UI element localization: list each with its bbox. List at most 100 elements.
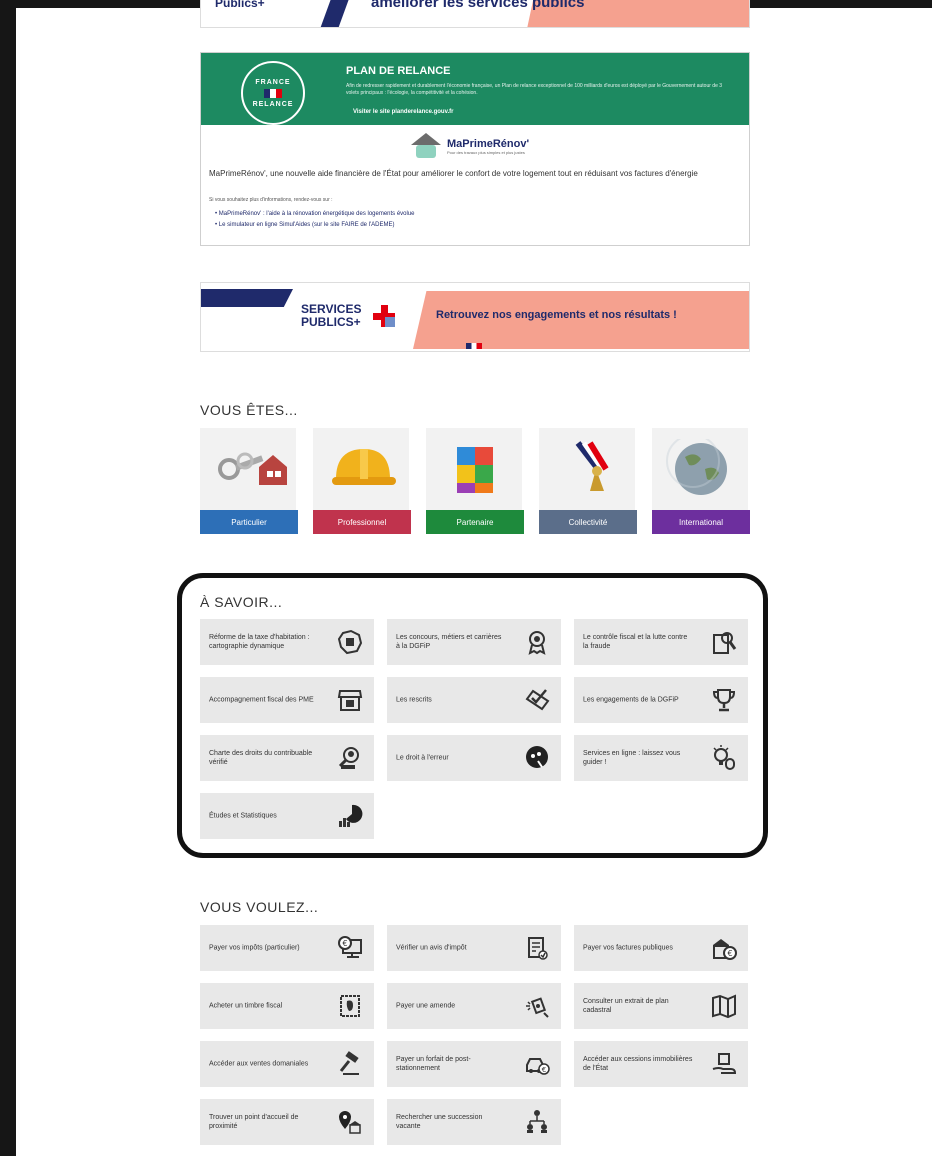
voulez-tile-succession-vacante[interactable]: Rechercher une succession vacante: [387, 1099, 561, 1145]
french-flag-icon: [466, 343, 482, 349]
vous-voulez-title: VOUS VOULEZ...: [200, 899, 319, 915]
tile-label: Services en ligne : laissez vous guider …: [583, 750, 681, 766]
services-publics-banner[interactable]: SERVICES PUBLICS+ Retrouvez nos engageme…: [200, 282, 750, 352]
tile-label: Réforme de la taxe d'habitation : cartog…: [209, 634, 310, 650]
savoir-tile-pme[interactable]: Accompagnement fiscal des PME: [200, 677, 374, 723]
services-publics-logo: SERVICES PUBLICS+: [301, 302, 362, 329]
svg-text:€: €: [727, 949, 732, 958]
voulez-tile-cessions-immobilieres[interactable]: Accéder aux cessions immobilières de l'É…: [574, 1041, 748, 1087]
map-icon: [710, 992, 738, 1020]
hard-hat-icon: [313, 428, 411, 510]
checklist-icon: [523, 686, 551, 714]
award-icon: [523, 628, 551, 656]
speed-camera-icon: [523, 992, 551, 1020]
relance-logo-bottom: RELANCE: [252, 100, 294, 108]
tile-label: Trouver un point d'accueil de proximité: [209, 1114, 299, 1130]
savoir-tile-controle-fiscal[interactable]: Le contrôle fiscal et la lutte contre la…: [574, 619, 748, 665]
profile-card-particulier[interactable]: Particulier: [200, 428, 298, 534]
maprimerenov-tagline: Pour des travaux plus simples et plus ju…: [447, 149, 525, 155]
plus-icon: [373, 305, 395, 327]
a-savoir-title: À SAVOIR...: [200, 594, 283, 610]
auction-hammer-icon: [336, 1050, 364, 1078]
tile-label: Rechercher une succession vacante: [396, 1114, 483, 1130]
profile-label-international: International: [652, 510, 750, 534]
profile-card-partenaire[interactable]: Partenaire: [426, 428, 524, 534]
pie-chart-icon: [336, 802, 364, 830]
vous-etes-title: VOUS ÊTES...: [200, 402, 298, 418]
savoir-tile-taxe-habitation[interactable]: Réforme de la taxe d'habitation : cartog…: [200, 619, 374, 665]
hand-building-icon: [710, 1050, 738, 1078]
window-frame-left: [0, 0, 16, 1156]
medal-ribbon-icon: [539, 428, 637, 510]
document-check-icon: [523, 934, 551, 962]
savoir-tile-concours[interactable]: Les concours, métiers et carrières à la …: [387, 619, 561, 665]
tile-label: Les concours, métiers et carrières à la …: [396, 634, 502, 650]
tile-label: Accompagnement fiscal des PME: [209, 696, 314, 704]
tile-label: Accéder aux cessions immobilières de l'É…: [583, 1056, 693, 1072]
relance-body-text: MaPrimeRénov', une nouvelle aide financi…: [209, 169, 698, 178]
tile-label: Les engagements de la DGFiP: [583, 696, 679, 704]
map-france-icon: [336, 628, 364, 656]
voulez-tile-verifier-avis[interactable]: Vérifier un avis d'impôt: [387, 925, 561, 971]
chat-bubble-icon: [523, 744, 551, 772]
voulez-tile-timbre-fiscal[interactable]: Acheter un timbre fiscal: [200, 983, 374, 1029]
tile-label: Payer vos impôts (particulier): [209, 944, 300, 952]
voulez-tile-plan-cadastral[interactable]: Consulter un extrait de plan cadastral: [574, 983, 748, 1029]
relance-site-link[interactable]: Visiter le site planderelance.gouv.fr: [353, 109, 453, 115]
relance-logo-top: FRANCE: [255, 78, 291, 86]
tile-label: Accéder aux ventes domaniales: [209, 1060, 309, 1068]
tile-label: Payer une amende: [396, 1002, 456, 1010]
voulez-tile-forfait-post-stationnement[interactable]: Payer un forfait de post-stationnement €: [387, 1041, 561, 1087]
voulez-tile-amende[interactable]: Payer une amende: [387, 983, 561, 1029]
relance-header: FRANCE RELANCE PLAN DE RELANCE Afin de r…: [201, 53, 749, 125]
voulez-tile-payer-impots[interactable]: Payer vos impôts (particulier) €: [200, 925, 374, 971]
services-publics-banner-text: Retrouvez nos engagements et nos résulta…: [436, 309, 677, 321]
profile-label-partenaire: Partenaire: [426, 510, 524, 534]
tile-label: Consulter un extrait de plan cadastral: [583, 998, 669, 1014]
magnifier-document-icon: [710, 628, 738, 656]
keys-house-icon: [200, 428, 298, 510]
shop-icon: [336, 686, 364, 714]
top-banner[interactable]: Publics+ améliorer les services publics: [200, 0, 750, 28]
svg-text:€: €: [542, 1066, 546, 1074]
profile-label-professionnel: Professionnel: [313, 510, 411, 534]
top-banner-left-text: Publics+: [215, 0, 265, 10]
profile-card-collectivite[interactable]: Collectivité: [539, 428, 637, 534]
voulez-tile-factures-publiques[interactable]: Payer vos factures publiques €: [574, 925, 748, 971]
voulez-tile-point-accueil[interactable]: Trouver un point d'accueil de proximité: [200, 1099, 374, 1145]
stamp-icon: [336, 992, 364, 1020]
tile-label: Payer vos factures publiques: [583, 944, 673, 952]
person-search-icon: [336, 744, 364, 772]
tile-label: Acheter un timbre fiscal: [209, 1002, 283, 1010]
savoir-tile-rescrits[interactable]: Les rescrits: [387, 677, 561, 723]
savoir-tile-droit-erreur[interactable]: Le droit à l'erreur: [387, 735, 561, 781]
voulez-tile-ventes-domaniales[interactable]: Accéder aux ventes domaniales: [200, 1041, 374, 1087]
french-flag-icon: [264, 88, 282, 98]
savoir-tile-charte[interactable]: Charte des droits du contribuable vérifi…: [200, 735, 374, 781]
france-relance-logo: FRANCE RELANCE: [241, 61, 305, 125]
trophy-icon: [710, 686, 738, 714]
plan-de-relance-card: FRANCE RELANCE PLAN DE RELANCE Afin de r…: [200, 52, 750, 246]
banner-blue-shape: [201, 289, 293, 307]
savoir-tile-services-en-ligne[interactable]: Services en ligne : laissez vous guider …: [574, 735, 748, 781]
tile-label: Le droit à l'erreur: [396, 754, 449, 762]
relance-title: PLAN DE RELANCE: [346, 65, 451, 77]
profile-label-collectivite: Collectivité: [539, 510, 637, 534]
location-building-icon: [336, 1108, 364, 1136]
relance-link-item[interactable]: • Le simulateur en ligne Simul'Aides (su…: [215, 220, 415, 231]
profile-card-international[interactable]: International: [652, 428, 750, 534]
profile-label-particulier: Particulier: [200, 510, 298, 534]
maprimerenov-name: MaPrimeRénov': [447, 137, 530, 150]
family-tree-icon: [523, 1108, 551, 1136]
svg-text:€: €: [342, 939, 347, 948]
relance-link-item[interactable]: • MaPrimeRénov' : l'aide à la rénovation…: [215, 209, 415, 220]
savoir-tile-engagements[interactable]: Les engagements de la DGFiP: [574, 677, 748, 723]
profile-card-professionnel[interactable]: Professionnel: [313, 428, 411, 534]
top-banner-text: améliorer les services publics: [371, 0, 585, 11]
building-euro-icon: €: [710, 934, 738, 962]
tile-label: Études et Statistiques: [209, 812, 277, 820]
relance-link-list: • MaPrimeRénov' : l'aide à la rénovation…: [215, 209, 415, 231]
maprimerenov-logo[interactable]: MaPrimeRénov' Pour des travaux plus simp…: [411, 133, 529, 159]
savoir-tile-etudes[interactable]: Études et Statistiques: [200, 793, 374, 839]
tile-label: Vérifier un avis d'impôt: [396, 944, 467, 952]
